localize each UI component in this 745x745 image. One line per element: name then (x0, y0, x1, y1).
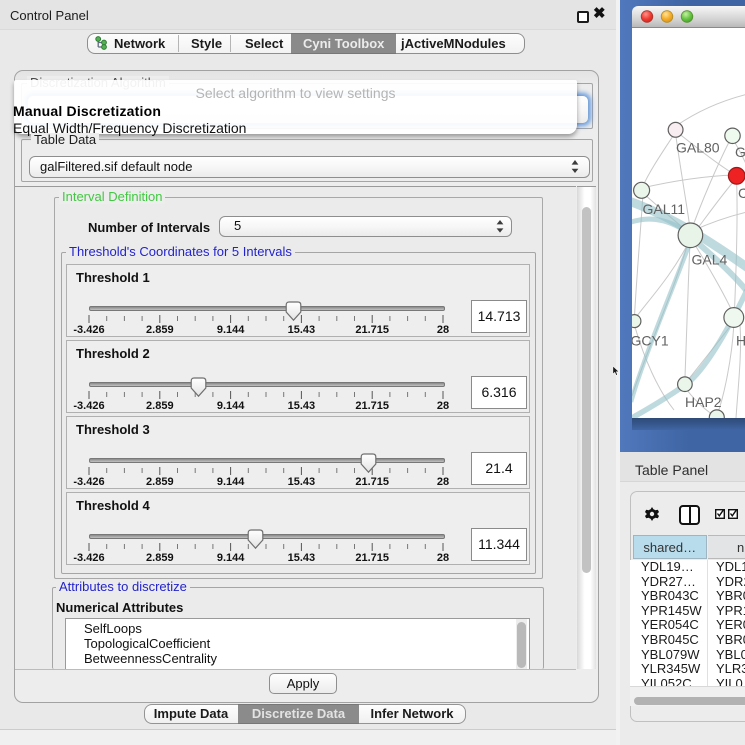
svg-text:GAL11: GAL11 (643, 201, 686, 217)
svg-text:GCY1: GCY1 (632, 333, 669, 349)
svg-text:GAL80: GAL80 (676, 140, 720, 156)
svg-text:GA: GA (735, 144, 745, 160)
svg-text:HAP2: HAP2 (685, 394, 722, 410)
svg-text:GAL4: GAL4 (692, 252, 728, 268)
svg-text:C: C (738, 185, 745, 201)
svg-text:H: H (736, 333, 745, 349)
